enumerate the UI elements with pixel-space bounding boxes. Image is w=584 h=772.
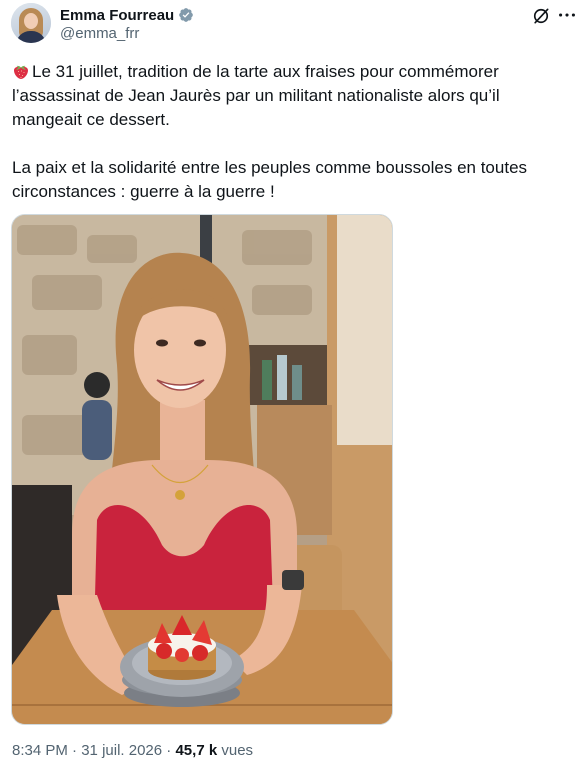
tweet-time[interactable]: 8:34 PM [12,742,68,759]
verified-badge-icon [179,8,194,22]
tweet-date[interactable]: 31 juil. 2026 [81,742,162,759]
tweet: Emma Fourreau @emma_frr Le 31 juillet, t… [0,0,584,772]
meta-separator: · [72,742,78,759]
more-icon[interactable] [556,4,578,26]
tweet-text: Le 31 juillet, tradition de la tarte aux… [12,60,572,204]
meta-separator-2: · [166,742,172,759]
author-name-row: Emma Fourreau [60,5,194,25]
photo-illustration [12,215,392,724]
avatar[interactable] [11,3,51,43]
views-count[interactable]: 45,7 k [175,742,217,759]
tweet-paragraph-2: La paix et la solidarité entre les peupl… [12,158,528,201]
tweet-paragraph-1-text: Le 31 juillet, tradition de la tarte aux… [12,62,500,129]
author-handle[interactable]: @emma_frr [60,25,139,42]
grok-icon[interactable] [531,6,551,26]
tweet-paragraph-1: Le 31 juillet, tradition de la tarte aux… [12,60,572,132]
tweet-photo[interactable] [11,214,393,725]
strawberry-emoji-icon [14,65,28,79]
author-display-name[interactable]: Emma Fourreau [60,7,174,24]
views-label: vues [221,742,254,759]
tweet-meta: 8:34 PM · 31 juil. 2026 · 45,7 k vues [12,742,253,759]
